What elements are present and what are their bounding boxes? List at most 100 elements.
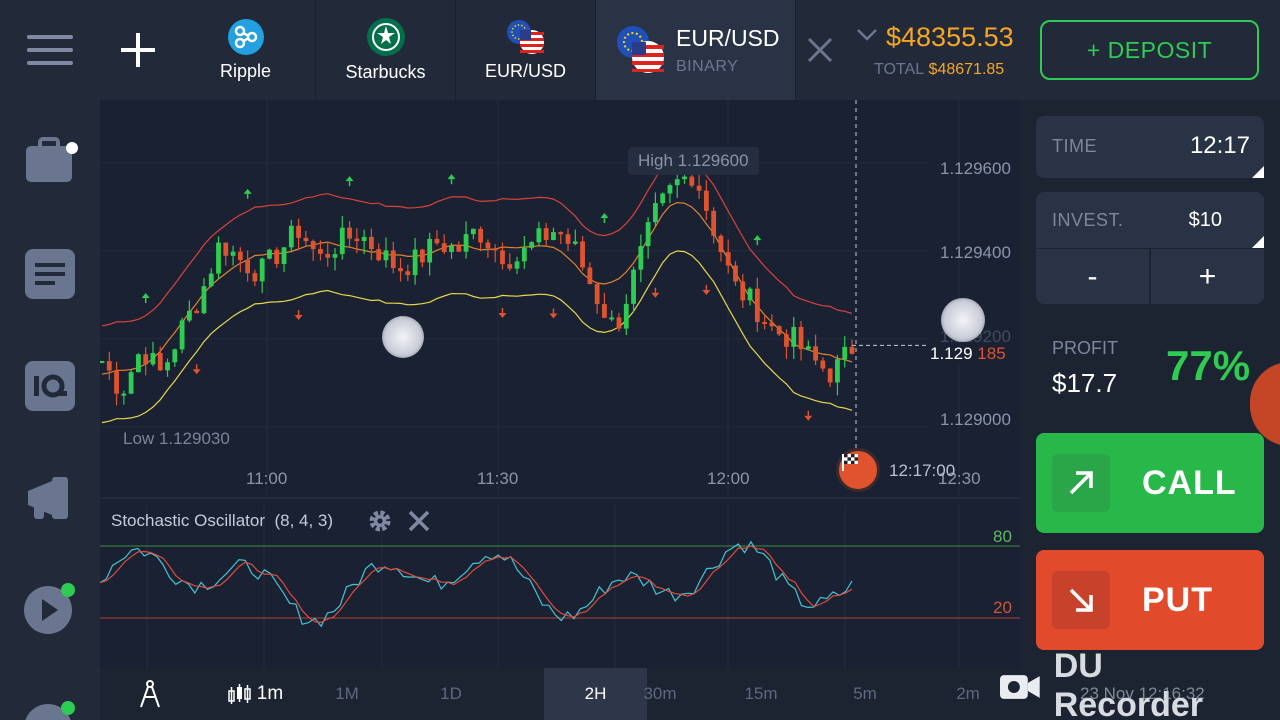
period-15m[interactable]: 15m	[736, 668, 786, 720]
price-chart[interactable]	[100, 100, 1020, 668]
iq-icon[interactable]	[22, 358, 78, 414]
candle-body	[682, 176, 687, 180]
asset-tab-active[interactable]: EUR/USD BINARY	[596, 0, 796, 100]
candle-body	[369, 236, 374, 250]
profit-value: $17.7	[1052, 368, 1118, 398]
chart-area[interactable]: High 1.129600 Low 1.129030 1.129600 1.12…	[100, 100, 1020, 668]
candle-body	[361, 236, 367, 242]
period-1D[interactable]: 1D	[426, 668, 476, 720]
arrow-up-icon	[447, 174, 456, 180]
invest-selector[interactable]: INVEST. $10	[1036, 192, 1264, 248]
arrow-down-icon	[498, 312, 507, 318]
drawing-tools-button[interactable]	[130, 668, 170, 720]
increase-invest-button[interactable]: +	[1151, 248, 1264, 304]
candle-body	[842, 346, 848, 360]
asset-tab-label: Ripple	[219, 60, 272, 81]
time-selector[interactable]: TIME 12:17	[1036, 116, 1264, 178]
expiry-time: 12:17:00	[889, 461, 956, 480]
candle-body	[128, 372, 134, 394]
candle-body	[631, 269, 636, 304]
invest-label: INVEST.	[1052, 210, 1124, 230]
balance-total-value: $48671.85	[928, 61, 1005, 78]
osc-d-line	[100, 545, 853, 624]
call-button[interactable]: CALL	[1036, 433, 1264, 533]
add-asset-button[interactable]	[100, 0, 176, 100]
period-2H[interactable]: 2H	[544, 668, 647, 720]
plus-icon	[121, 33, 155, 67]
period-2m[interactable]: 2m	[943, 668, 993, 720]
candle-body	[318, 249, 323, 254]
candle-body	[645, 222, 651, 247]
period-30m[interactable]: 30m	[640, 668, 680, 720]
eur-usd-flags-icon	[616, 25, 666, 75]
candle-period-button[interactable]: 1m	[220, 668, 290, 720]
candle-body	[747, 288, 753, 301]
candle-body	[529, 242, 535, 248]
active-asset-name: EUR/USD	[676, 24, 780, 51]
arrow-up-icon	[345, 176, 354, 182]
candle-body	[100, 361, 105, 364]
candle-body	[543, 228, 549, 240]
candle-body	[667, 185, 673, 194]
touch-indicator	[382, 316, 424, 358]
candle-body	[259, 258, 265, 282]
bollinger-bands	[101, 153, 853, 424]
balance-selector[interactable]: $48355.53 TOTAL $48671.85	[852, 18, 1032, 88]
candle-body	[580, 241, 585, 268]
period-5m[interactable]: 5m	[840, 668, 890, 720]
candle-body	[427, 238, 433, 263]
candle-body	[674, 179, 680, 186]
bottom-toolbar: 1m 1M 1D 2H 30m 15m 5m 2m	[100, 668, 1020, 720]
news-icon[interactable]	[22, 246, 78, 302]
candle-body	[762, 321, 768, 324]
asset-tab-starbucks[interactable]: Starbucks	[316, 0, 456, 100]
period-1M[interactable]: 1M	[322, 668, 372, 720]
candle-body	[791, 326, 797, 347]
candle-body	[186, 310, 192, 321]
put-button[interactable]: PUT	[1036, 550, 1264, 650]
candle-body	[616, 317, 622, 329]
candle-body	[492, 248, 498, 251]
video-icon[interactable]	[22, 580, 78, 636]
candle-body	[609, 317, 615, 320]
candle-body	[551, 232, 556, 240]
candle-body	[558, 232, 564, 235]
starbucks-logo-icon	[366, 17, 405, 56]
x-tick-label: 11:00	[246, 469, 288, 488]
balance-total: TOTAL $48671.85	[874, 61, 1004, 79]
candle-body	[114, 370, 119, 394]
candle-body	[339, 227, 345, 255]
candle-body	[237, 251, 243, 261]
close-icon	[807, 37, 833, 63]
arrow-down-icon	[804, 415, 813, 421]
candle-body	[441, 243, 447, 252]
candle-body	[376, 249, 382, 261]
gear-icon	[369, 510, 391, 532]
asset-tab-ripple[interactable]: Ripple	[176, 0, 316, 100]
candle-body	[754, 288, 760, 322]
candle-body	[813, 346, 818, 361]
candle-body	[740, 281, 746, 301]
decrease-invest-button[interactable]: -	[1036, 248, 1149, 304]
stochastic-oscillator	[100, 540, 1020, 628]
y-tick-label: 1.129600	[940, 159, 1011, 178]
band-middle	[101, 201, 853, 375]
candle-body	[216, 242, 221, 274]
chat-icon[interactable]	[22, 690, 78, 720]
arrow-up-icon	[243, 188, 252, 194]
candle-body	[594, 284, 600, 305]
arrow-down-icon	[192, 369, 201, 375]
top-bar: Ripple Starbucks EUR/USD EUR/USD BINARY …	[100, 0, 1280, 100]
candle-body	[245, 260, 251, 274]
promo-icon[interactable]	[22, 470, 78, 526]
portfolio-icon[interactable]	[22, 132, 78, 188]
chart-overlay	[852, 100, 926, 460]
candle-body	[500, 250, 505, 265]
asset-tab-eurusd[interactable]: EUR/USD	[456, 0, 596, 100]
candle-body	[652, 203, 658, 223]
candle-body	[478, 228, 484, 243]
invest-value: $10	[1188, 209, 1222, 231]
menu-icon[interactable]	[22, 22, 78, 78]
deposit-button[interactable]: + DEPOSIT	[1040, 20, 1259, 80]
close-tab-button[interactable]	[798, 28, 842, 72]
